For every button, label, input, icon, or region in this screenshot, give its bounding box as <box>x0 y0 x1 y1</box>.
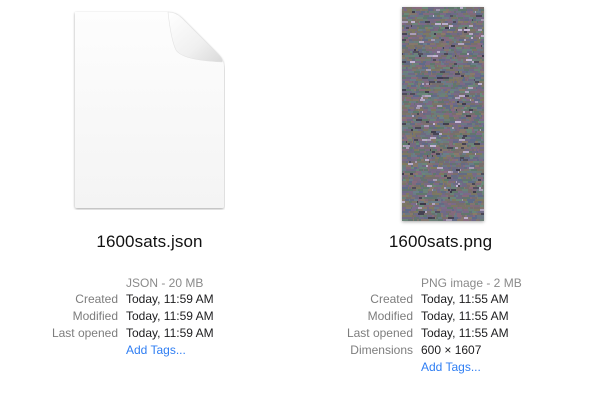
last-opened-label: Last opened <box>51 326 118 340</box>
created-label: Created <box>75 292 118 306</box>
dimensions-value: 600 × 1607 <box>421 343 482 357</box>
last-opened-value: Today, 11:55 AM <box>421 326 509 340</box>
modified-value: Today, 11:59 AM <box>126 309 214 323</box>
file-info-json: 1600sats.json JSON - 20 MB Created Modif… <box>0 0 295 404</box>
generic-document-icon[interactable] <box>72 10 225 210</box>
add-tags-link[interactable]: Add Tags... <box>421 360 481 374</box>
created-label: Created <box>370 292 413 306</box>
created-value: Today, 11:55 AM <box>421 292 509 306</box>
modified-value: Today, 11:55 AM <box>421 309 509 323</box>
add-tags-link[interactable]: Add Tags... <box>126 343 186 357</box>
file-kind-size: JSON - 20 MB <box>126 276 204 290</box>
last-opened-value: Today, 11:59 AM <box>126 326 214 340</box>
image-thumbnail[interactable] <box>402 7 484 221</box>
file-name: 1600sats.png <box>388 232 493 251</box>
file-name: 1600sats.json <box>96 232 203 251</box>
file-kind-size: PNG image - 2 MB <box>421 276 522 290</box>
created-value: Today, 11:59 AM <box>126 292 214 306</box>
modified-label: Modified <box>367 309 413 323</box>
dimensions-label: Dimensions <box>350 343 413 357</box>
last-opened-label: Last opened <box>346 326 413 340</box>
modified-label: Modified <box>72 309 118 323</box>
file-info-png: 1600sats.png PNG image - 2 MB Created Mo… <box>295 0 590 404</box>
